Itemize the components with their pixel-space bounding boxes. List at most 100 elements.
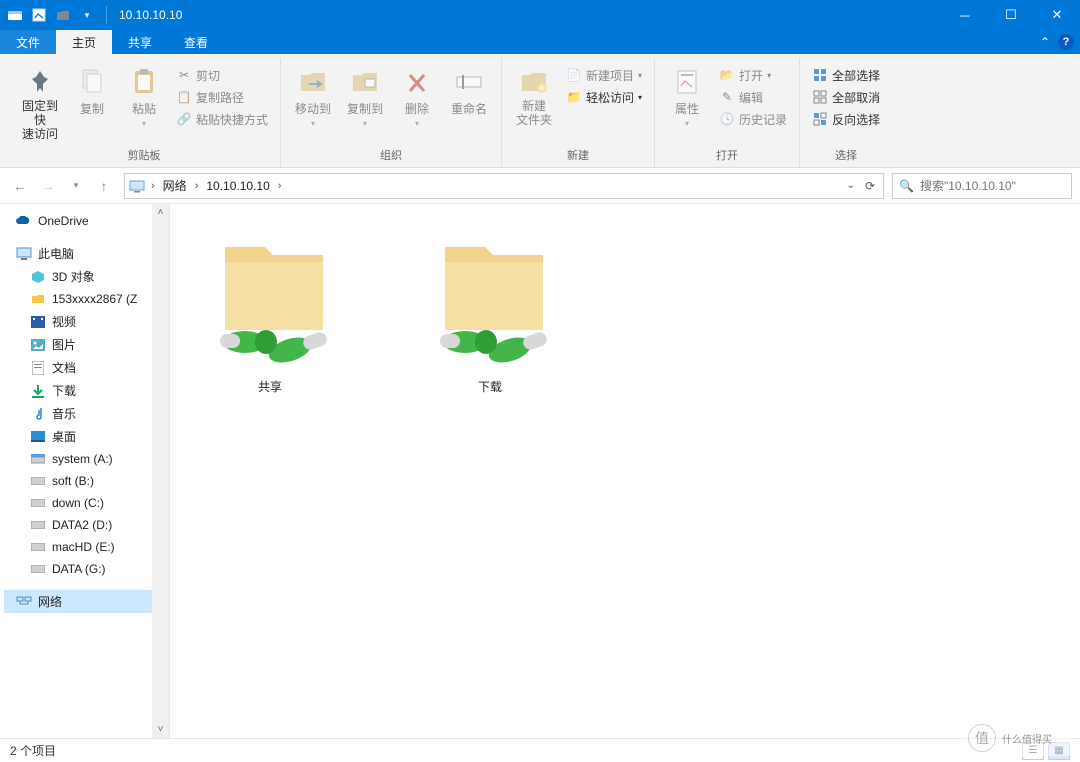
network-icon	[16, 594, 32, 610]
delete-icon	[401, 66, 433, 98]
new-folder-button[interactable]: 新建 文件夹	[510, 64, 558, 130]
chevron-right-icon[interactable]: ›	[193, 180, 201, 192]
rename-button[interactable]: 重命名	[445, 64, 493, 119]
sidebar-network[interactable]: 网络	[4, 590, 152, 613]
scroll-up-icon[interactable]: ˄	[152, 204, 169, 221]
qat-dropdown-icon[interactable]: ▾	[78, 6, 96, 24]
tab-file[interactable]: 文件	[0, 30, 56, 54]
shortcut-icon: 🔗	[176, 111, 192, 127]
minimize-button[interactable]: ─	[942, 0, 988, 30]
history-button[interactable]: 🕓 历史记录	[715, 108, 791, 130]
properties-button[interactable]: 属性 ▾	[663, 64, 711, 130]
tab-home[interactable]: 主页	[56, 30, 112, 54]
edit-label: 编辑	[739, 89, 763, 106]
sidebar-this-pc[interactable]: 此电脑	[4, 242, 152, 265]
sidebar-item-label: 下载	[52, 382, 76, 399]
nav-forward-button[interactable]: →	[36, 174, 60, 198]
ribbon-group-new: 新建 文件夹 📄 新建项目 ▾ 📁 轻松访问 ▾ 新建	[502, 58, 655, 167]
item-count: 2 个项目	[10, 742, 56, 759]
easy-access-button[interactable]: 📁 轻松访问 ▾	[562, 86, 646, 108]
nav-up-button[interactable]: ↑	[92, 174, 116, 198]
chevron-down-icon: ▾	[685, 119, 689, 128]
select-none-button[interactable]: 全部取消	[808, 86, 884, 108]
copy-to-button[interactable]: 复制到 ▾	[341, 64, 389, 130]
move-icon	[297, 66, 329, 98]
ribbon-group-select: 全部选择 全部取消 反向选择 选择	[800, 58, 892, 167]
sidebar-item-music[interactable]: 音乐	[4, 402, 152, 425]
sidebar-item-pictures[interactable]: 图片	[4, 333, 152, 356]
organize-group-label: 组织	[289, 145, 493, 167]
sidebar-item-documents[interactable]: 文档	[4, 356, 152, 379]
drive-icon	[30, 451, 46, 467]
sidebar-onedrive[interactable]: OneDrive	[4, 210, 152, 232]
scroll-down-icon[interactable]: ˅	[152, 721, 169, 738]
move-to-button[interactable]: 移动到 ▾	[289, 64, 337, 130]
3d-icon	[30, 269, 46, 285]
shared-folder-item[interactable]: 共享	[190, 222, 350, 395]
sidebar-item-drive-d[interactable]: DATA2 (D:)	[4, 514, 152, 536]
move-to-label: 移动到	[295, 100, 331, 117]
chevron-right-icon[interactable]: ›	[149, 180, 157, 192]
drive-icon	[30, 561, 46, 577]
cut-button[interactable]: ✂ 剪切	[172, 64, 272, 86]
close-button[interactable]: ✕	[1034, 0, 1080, 30]
picture-icon	[30, 337, 46, 353]
sidebar-scrollbar[interactable]: ˄ ˅	[152, 204, 169, 738]
ribbon-group-clipboard: 固定到快 速访问 复制 粘贴 ▾ ✂ 剪切 📋 复制路径	[8, 58, 281, 167]
ribbon: 固定到快 速访问 复制 粘贴 ▾ ✂ 剪切 📋 复制路径	[0, 54, 1080, 168]
sidebar-item-downloads[interactable]: 下载	[4, 379, 152, 402]
sidebar-item-drive-e[interactable]: macHD (E:)	[4, 536, 152, 558]
edit-button[interactable]: ✎ 编辑	[715, 86, 791, 108]
clipboard-group-label: 剪贴板	[16, 145, 272, 167]
help-icon[interactable]: ?	[1058, 34, 1074, 50]
nav-recent-dropdown[interactable]: ▾	[64, 174, 88, 198]
new-item-button[interactable]: 📄 新建项目 ▾	[562, 64, 646, 86]
sidebar-item-drive-g[interactable]: DATA (G:)	[4, 558, 152, 580]
sidebar-item-videos[interactable]: 视频	[4, 310, 152, 333]
sidebar-item-desktop[interactable]: 桌面	[4, 425, 152, 448]
sidebar-item-mapped-drive[interactable]: 153xxxx2867 (Z	[4, 288, 152, 310]
search-input[interactable]	[920, 179, 1075, 193]
address-dropdown-icon[interactable]: ⌄	[847, 180, 855, 191]
collapse-ribbon-icon[interactable]: ⌃	[1040, 35, 1050, 49]
drive-icon	[30, 473, 46, 489]
properties-qat-icon[interactable]	[30, 6, 48, 24]
this-pc-label: 此电脑	[38, 245, 74, 262]
refresh-icon[interactable]: ⟳	[865, 179, 875, 193]
sidebar-item-label: 153xxxx2867 (Z	[52, 292, 137, 306]
delete-button[interactable]: 删除 ▾	[393, 64, 441, 130]
sidebar-item-drive-a[interactable]: system (A:)	[4, 448, 152, 470]
breadcrumb-host[interactable]: 10.10.10.10	[204, 179, 271, 193]
select-all-button[interactable]: 全部选择	[808, 64, 884, 86]
maximize-button[interactable]: ☐	[988, 0, 1034, 30]
paste-icon	[128, 66, 160, 98]
search-box[interactable]: 🔍	[892, 173, 1072, 199]
sidebar-item-drive-c[interactable]: down (C:)	[4, 492, 152, 514]
copy-path-button[interactable]: 📋 复制路径	[172, 86, 272, 108]
tab-share[interactable]: 共享	[112, 30, 168, 54]
new-folder-qat-icon[interactable]	[54, 6, 72, 24]
sidebar-item-label: down (C:)	[52, 496, 104, 510]
breadcrumb-network[interactable]: 网络	[161, 177, 189, 194]
pin-to-quickaccess-button[interactable]: 固定到快 速访问	[16, 64, 64, 143]
paste-button[interactable]: 粘贴 ▾	[120, 64, 168, 130]
open-button[interactable]: 📂 打开 ▾	[715, 64, 791, 86]
ribbon-group-open: 属性 ▾ 📂 打开 ▾ ✎ 编辑 🕓 历史记录 打开	[655, 58, 800, 167]
document-icon	[30, 360, 46, 376]
select-none-label: 全部取消	[832, 89, 880, 106]
download-folder-item[interactable]: 下载	[410, 222, 570, 395]
delete-label: 删除	[405, 100, 429, 117]
sidebar-item-3d-objects[interactable]: 3D 对象	[4, 265, 152, 288]
easy-access-icon: 📁	[566, 89, 582, 105]
invert-selection-button[interactable]: 反向选择	[808, 108, 884, 130]
nav-back-button[interactable]: ←	[8, 174, 32, 198]
chevron-right-icon[interactable]: ›	[276, 180, 284, 192]
tab-view[interactable]: 查看	[168, 30, 224, 54]
copy-button[interactable]: 复制	[68, 64, 116, 119]
watermark-text: 什么值得买	[1002, 731, 1052, 746]
sidebar-item-label: macHD (E:)	[52, 540, 115, 554]
sidebar-item-drive-b[interactable]: soft (B:)	[4, 470, 152, 492]
paste-shortcut-button[interactable]: 🔗 粘贴快捷方式	[172, 108, 272, 130]
address-bar[interactable]: › 网络 › 10.10.10.10 › ⌄ ⟳	[124, 173, 884, 199]
sidebar-item-label: soft (B:)	[52, 474, 94, 488]
